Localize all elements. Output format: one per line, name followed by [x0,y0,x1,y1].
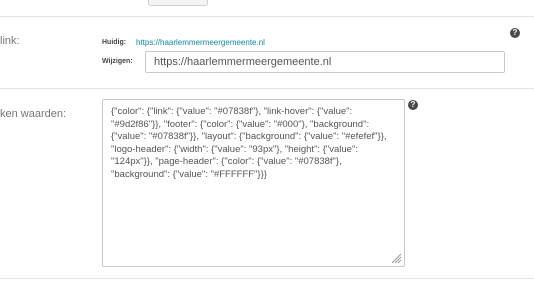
values-row-label: ken waarden: [0,108,67,120]
current-label: Huidig: [102,39,127,46]
link-row-label: link: [0,35,20,47]
section-divider [0,16,534,17]
link-input[interactable] [145,51,505,73]
section-divider [0,88,534,89]
values-textarea[interactable]: {"color": {"link": {"value": "#07838f"},… [102,99,405,267]
question-circle-icon[interactable]: ? [510,28,520,38]
resize-handle-icon[interactable] [391,253,402,264]
top-button[interactable] [148,0,208,6]
edit-label: Wijzigen: [102,58,133,65]
section-divider [0,278,534,279]
question-circle-icon[interactable]: ? [408,100,418,110]
current-link[interactable]: https://haarlemmermeergemeente.nl [136,38,265,47]
settings-form: link: Huidig: https://haarlemmermeergeme… [0,0,534,304]
